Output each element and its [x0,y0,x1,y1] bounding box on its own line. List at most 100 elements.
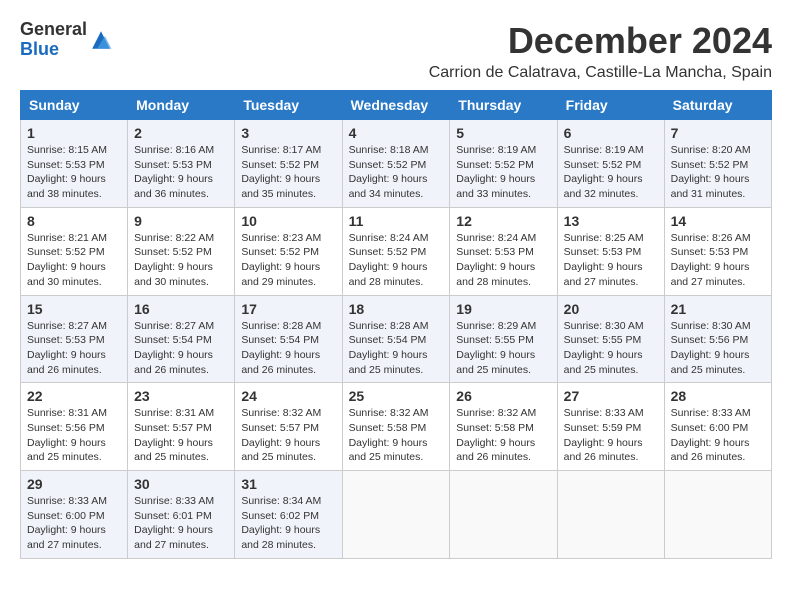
calendar-day-cell: 31Sunrise: 8:34 AMSunset: 6:02 PMDayligh… [235,471,342,559]
day-info: Sunrise: 8:24 AMSunset: 5:53 PMDaylight:… [456,231,550,290]
calendar-day-cell: 24 Sunrise: 8:32 AMSunset: 5:57 PMDayligh… [235,383,342,471]
calendar-day-cell: 17 Sunrise: 8:28 AMSunset: 5:54 PMDayligh… [235,295,342,383]
weekday-header: Sunday [21,91,128,120]
calendar-day-cell: 14 Sunrise: 8:26 AMSunset: 5:53 PMDayligh… [664,207,771,295]
day-info: Sunrise: 8:19 AMSunset: 5:52 PMDaylight:… [456,143,550,202]
calendar-day-cell: 3 Sunrise: 8:17 AMSunset: 5:52 PMDaylight… [235,120,342,208]
calendar-day-cell [450,471,557,559]
day-info: Sunrise: 8:28 AMSunset: 5:54 PMDaylight:… [241,319,335,378]
day-number: 6 [564,125,658,141]
day-info: Sunrise: 8:22 AMSunset: 5:52 PMDaylight:… [134,231,228,290]
calendar-day-cell [664,471,771,559]
calendar-day-cell: 6 Sunrise: 8:19 AMSunset: 5:52 PMDaylight… [557,120,664,208]
day-info: Sunrise: 8:24 AMSunset: 5:52 PMDaylight:… [349,231,444,290]
calendar-day-cell: 2Sunrise: 8:16 AMSunset: 5:53 PMDaylight… [128,120,235,208]
day-info: Sunrise: 8:33 AMSunset: 6:01 PMDaylight:… [134,494,228,553]
weekday-header: Wednesday [342,91,450,120]
day-number: 26 [456,388,550,404]
weekday-header: Monday [128,91,235,120]
day-number: 10 [241,213,335,229]
calendar-day-cell: 30 Sunrise: 8:33 AMSunset: 6:01 PMDayligh… [128,471,235,559]
day-number: 29 [27,476,121,492]
calendar-day-cell: 23Sunrise: 8:31 AMSunset: 5:57 PMDayligh… [128,383,235,471]
calendar-day-cell: 9Sunrise: 8:22 AMSunset: 5:52 PMDaylight… [128,207,235,295]
calendar-day-cell: 13Sunrise: 8:25 AMSunset: 5:53 PMDayligh… [557,207,664,295]
calendar-day-cell: 27 Sunrise: 8:33 AMSunset: 5:59 PMDayligh… [557,383,664,471]
calendar-week-row: 29 Sunrise: 8:33 AMSunset: 6:00 PMDayligh… [21,471,772,559]
calendar-day-cell [557,471,664,559]
day-number: 11 [349,213,444,229]
logo: General Blue [20,20,113,60]
location: Carrion de Calatrava, Castille-La Mancha… [429,64,772,82]
day-info: Sunrise: 8:28 AMSunset: 5:54 PMDaylight:… [349,319,444,378]
calendar-day-cell: 8 Sunrise: 8:21 AMSunset: 5:52 PMDaylight… [21,207,128,295]
calendar-day-cell: 29 Sunrise: 8:33 AMSunset: 6:00 PMDayligh… [21,471,128,559]
day-info: Sunrise: 8:33 AMSunset: 5:59 PMDaylight:… [564,406,658,465]
calendar-week-row: 22Sunrise: 8:31 AMSunset: 5:56 PMDayligh… [21,383,772,471]
day-number: 25 [349,388,444,404]
calendar-day-cell: 25 Sunrise: 8:32 AMSunset: 5:58 PMDayligh… [342,383,450,471]
weekday-header: Tuesday [235,91,342,120]
calendar-day-cell: 15Sunrise: 8:27 AMSunset: 5:53 PMDayligh… [21,295,128,383]
logo-text: General Blue [20,20,87,60]
day-number: 28 [671,388,765,404]
title-section: December 2024 Carrion de Calatrava, Cast… [429,20,772,82]
day-info: Sunrise: 8:32 AMSunset: 5:58 PMDaylight:… [456,406,550,465]
day-info: Sunrise: 8:27 AMSunset: 5:54 PMDaylight:… [134,319,228,378]
day-number: 16 [134,301,228,317]
day-number: 5 [456,125,550,141]
day-info: Sunrise: 8:32 AMSunset: 5:57 PMDaylight:… [241,406,335,465]
day-number: 18 [349,301,444,317]
day-info: Sunrise: 8:19 AMSunset: 5:52 PMDaylight:… [564,143,658,202]
day-info: Sunrise: 8:17 AMSunset: 5:52 PMDaylight:… [241,143,335,202]
day-number: 27 [564,388,658,404]
header-row: SundayMondayTuesdayWednesdayThursdayFrid… [21,91,772,120]
day-info: Sunrise: 8:30 AMSunset: 5:55 PMDaylight:… [564,319,658,378]
calendar-day-cell: 18 Sunrise: 8:28 AMSunset: 5:54 PMDayligh… [342,295,450,383]
day-info: Sunrise: 8:31 AMSunset: 5:57 PMDaylight:… [134,406,228,465]
calendar-day-cell: 19 Sunrise: 8:29 AMSunset: 5:55 PMDayligh… [450,295,557,383]
calendar-day-cell: 11 Sunrise: 8:24 AMSunset: 5:52 PMDayligh… [342,207,450,295]
day-number: 17 [241,301,335,317]
day-number: 30 [134,476,228,492]
day-info: Sunrise: 8:29 AMSunset: 5:55 PMDaylight:… [456,319,550,378]
day-number: 19 [456,301,550,317]
calendar-body: 1 Sunrise: 8:15 AMSunset: 5:53 PMDaylight… [21,120,772,559]
day-number: 21 [671,301,765,317]
calendar-day-cell: 22Sunrise: 8:31 AMSunset: 5:56 PMDayligh… [21,383,128,471]
logo-blue: Blue [20,40,87,60]
calendar-day-cell: 12Sunrise: 8:24 AMSunset: 5:53 PMDayligh… [450,207,557,295]
logo-icon [89,28,113,52]
calendar-day-cell: 1 Sunrise: 8:15 AMSunset: 5:53 PMDaylight… [21,120,128,208]
calendar-table: SundayMondayTuesdayWednesdayThursdayFrid… [20,90,772,559]
day-info: Sunrise: 8:26 AMSunset: 5:53 PMDaylight:… [671,231,765,290]
calendar-day-cell [342,471,450,559]
calendar-day-cell: 7Sunrise: 8:20 AMSunset: 5:52 PMDaylight… [664,120,771,208]
day-info: Sunrise: 8:33 AMSunset: 6:00 PMDaylight:… [671,406,765,465]
day-number: 14 [671,213,765,229]
weekday-header: Thursday [450,91,557,120]
day-number: 8 [27,213,121,229]
calendar-header: SundayMondayTuesdayWednesdayThursdayFrid… [21,91,772,120]
day-number: 24 [241,388,335,404]
day-info: Sunrise: 8:33 AMSunset: 6:00 PMDaylight:… [27,494,121,553]
calendar-day-cell: 20Sunrise: 8:30 AMSunset: 5:55 PMDayligh… [557,295,664,383]
day-info: Sunrise: 8:16 AMSunset: 5:53 PMDaylight:… [134,143,228,202]
calendar-day-cell: 16 Sunrise: 8:27 AMSunset: 5:54 PMDayligh… [128,295,235,383]
day-number: 31 [241,476,335,492]
day-number: 3 [241,125,335,141]
day-info: Sunrise: 8:15 AMSunset: 5:53 PMDaylight:… [27,143,121,202]
calendar-day-cell: 4Sunrise: 8:18 AMSunset: 5:52 PMDaylight… [342,120,450,208]
day-number: 7 [671,125,765,141]
day-number: 1 [27,125,121,141]
logo-general: General [20,20,87,40]
day-number: 22 [27,388,121,404]
day-info: Sunrise: 8:21 AMSunset: 5:52 PMDaylight:… [27,231,121,290]
calendar-day-cell: 26 Sunrise: 8:32 AMSunset: 5:58 PMDayligh… [450,383,557,471]
calendar-day-cell: 28 Sunrise: 8:33 AMSunset: 6:00 PMDayligh… [664,383,771,471]
weekday-header: Friday [557,91,664,120]
weekday-header: Saturday [664,91,771,120]
day-info: Sunrise: 8:32 AMSunset: 5:58 PMDaylight:… [349,406,444,465]
calendar-week-row: 15Sunrise: 8:27 AMSunset: 5:53 PMDayligh… [21,295,772,383]
day-number: 15 [27,301,121,317]
